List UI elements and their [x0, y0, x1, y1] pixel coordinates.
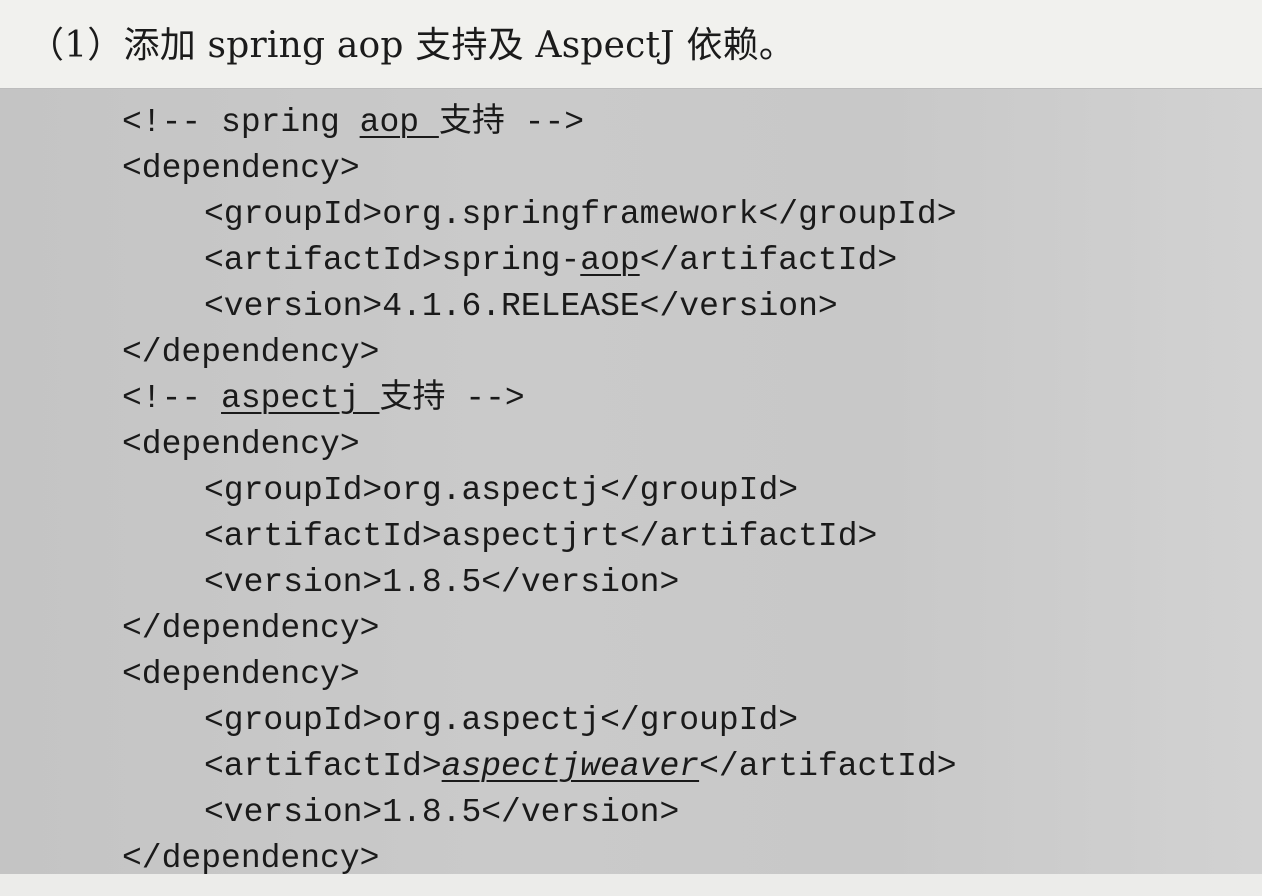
step-heading: （1）添加 spring aop 支持及 AspectJ 依赖。	[28, 25, 796, 66]
code-line-dependency-open: <dependency>	[122, 150, 360, 187]
code-line-artifact-id: <artifactId>aspectjweaver</artifactId>	[0, 744, 957, 790]
page-bottom-strip	[0, 874, 1262, 896]
code-text: </artifactId>	[639, 242, 898, 279]
code-line-dependency-close: </dependency>	[122, 334, 380, 371]
code-text: <!--	[122, 380, 222, 417]
code-lines: <!-- spring aop 支持 --> <dependency> <gro…	[0, 100, 957, 882]
code-text: <artifactId>spring-	[204, 242, 581, 279]
code-block: <!-- spring aop 支持 --> <dependency> <gro…	[0, 88, 1262, 877]
code-line-artifact-id: <artifactId>aspectjrt</artifactId>	[204, 518, 878, 555]
code-line-artifact-id: <artifactId>spring-aop</artifactId>	[0, 238, 957, 284]
code-text-underlined: aop	[580, 242, 640, 279]
code-text: 支持 -->	[438, 104, 585, 141]
code-text-underlined: aspectj	[221, 380, 380, 417]
code-line-group-id: <groupId>org.springframework</groupId>	[204, 196, 957, 233]
code-line-version: <version>1.8.5</version>	[204, 794, 680, 831]
code-line-version: <version>1.8.5</version>	[204, 564, 680, 601]
code-line-version: <version>4.1.6.RELEASE</version>	[204, 288, 838, 325]
code-line-comment-aspectj: <!-- aspectj 支持 -->	[0, 376, 957, 422]
code-line-dependency-close: </dependency>	[122, 610, 380, 647]
code-line-dependency-open: <dependency>	[122, 656, 360, 693]
code-text: <artifactId>	[204, 748, 442, 785]
code-line-group-id: <groupId>org.aspectj</groupId>	[204, 472, 799, 509]
code-text-underlined: aop	[359, 104, 439, 141]
code-line-group-id: <groupId>org.aspectj</groupId>	[204, 702, 799, 739]
code-text: 支持 -->	[379, 380, 525, 417]
code-text: </artifactId>	[699, 748, 957, 785]
code-text: <!-- spring	[122, 104, 360, 141]
code-text-underlined-italic: aspectjweaver	[441, 748, 700, 785]
code-line-comment-spring-aop: <!-- spring aop 支持 -->	[0, 100, 957, 146]
code-line-dependency-open: <dependency>	[122, 426, 360, 463]
